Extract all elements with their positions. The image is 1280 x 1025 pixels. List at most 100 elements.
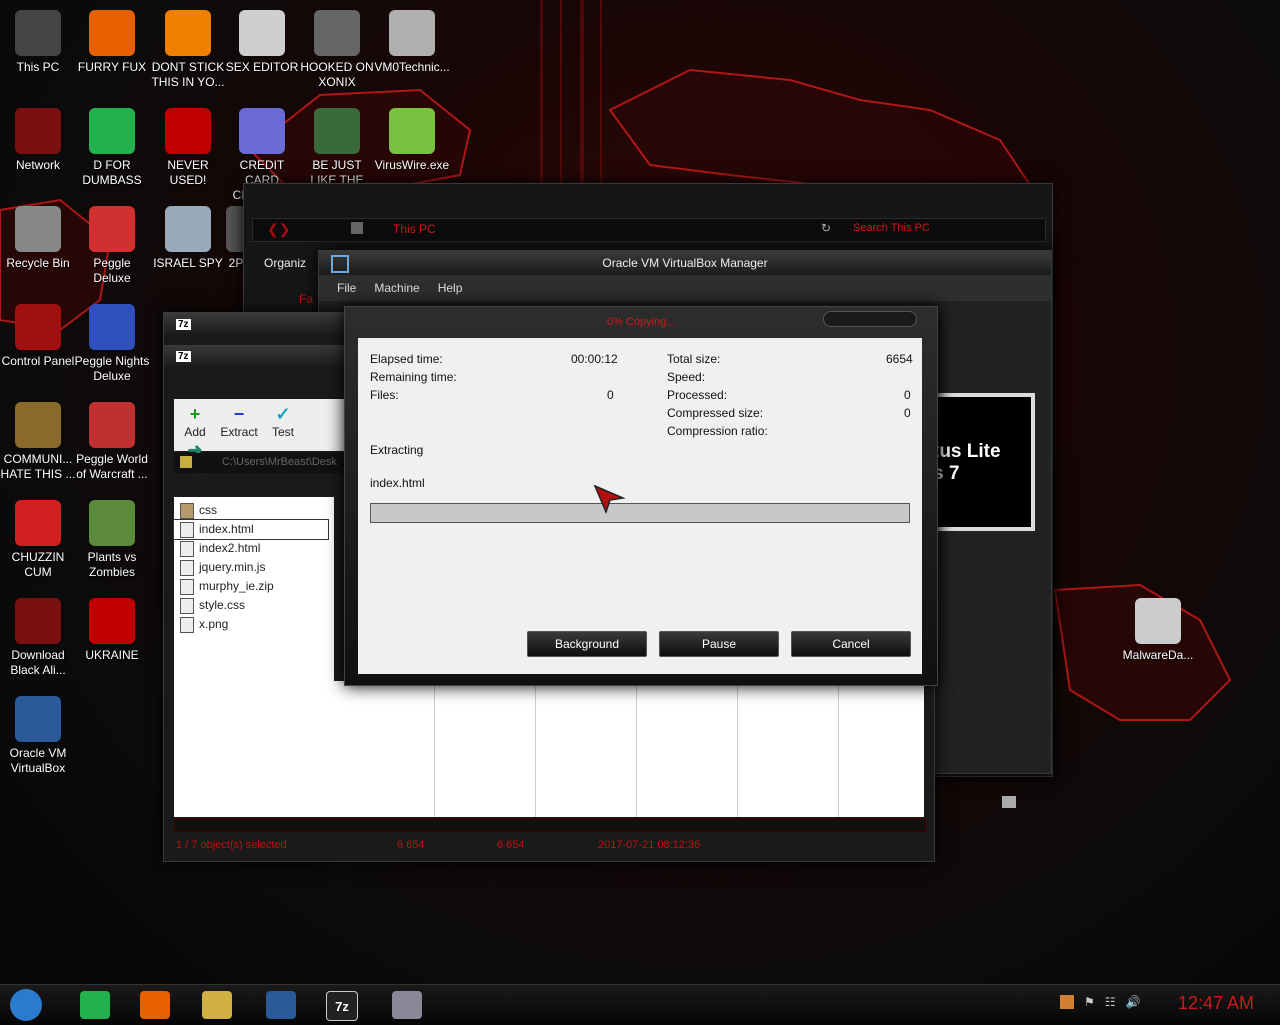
desktop-icon[interactable]: HOOKED ON XONIX — [299, 4, 375, 90]
desktop-icon[interactable]: This PC — [0, 4, 76, 75]
favorites-nav[interactable]: Fa — [299, 292, 313, 306]
chuzzle-icon — [15, 500, 61, 546]
search-box[interactable]: Search This PC — [853, 222, 930, 234]
virtualbox-titlebar[interactable]: Oracle VM VirtualBox Manager — [319, 251, 1051, 275]
start-orb-icon[interactable] — [10, 989, 42, 1021]
desktop-icon-label: SEX EDITOR — [225, 60, 299, 74]
toolbar-extract-button[interactable]: − Extract — [218, 403, 260, 439]
clock[interactable]: 12:47 AM — [1178, 993, 1254, 1014]
volume-icon[interactable]: 🔊 — [1126, 995, 1141, 1009]
menu-machine[interactable]: Machine — [374, 281, 419, 295]
file-row[interactable]: style.css — [174, 596, 334, 615]
progress-dialog[interactable]: 0% Copying... Elapsed time: 00:00:12 Rem… — [344, 306, 938, 686]
desktop-icon-label: Plants vs Zombies — [87, 550, 137, 579]
desktop-icon[interactable]: Download Black Ali... — [0, 592, 76, 678]
window-controls-icon[interactable] — [823, 311, 917, 327]
desktop-icon[interactable]: VirusWire.exe — [374, 102, 450, 173]
file-row[interactable]: jquery.min.js — [174, 558, 334, 577]
desktop-icon[interactable]: COMMUNI... HATE THIS ... — [0, 396, 76, 482]
desktop-icon[interactable]: D FOR DUMBASS — [74, 102, 150, 188]
file-name: murphy_ie.zip — [199, 579, 274, 593]
firefox-icon[interactable] — [140, 991, 170, 1019]
chat-icon[interactable] — [80, 991, 110, 1019]
desktop-icon[interactable]: Peggle Nights Deluxe — [74, 298, 150, 384]
folder-up-icon[interactable] — [180, 456, 192, 468]
refresh-icon[interactable]: ↻ — [821, 221, 831, 235]
png-file-icon — [180, 616, 194, 633]
file-row[interactable]: murphy_ie.zip — [174, 577, 334, 596]
toolbar-test-button[interactable]: ✓ Test — [262, 403, 304, 439]
desktop-icon[interactable]: FURRY FUX — [74, 4, 150, 75]
menu-file[interactable]: File — [337, 281, 356, 295]
current-file-label: index.html — [370, 476, 425, 490]
file-list: css index.html index2.html jquery.min.js mur… — [173, 497, 334, 817]
check-icon: ✓ — [275, 404, 291, 424]
desktop-icon-label: This PC — [16, 60, 60, 74]
action-center-flag-icon[interactable]: ⚑ — [1084, 995, 1095, 1009]
desktop-icon[interactable]: Network — [0, 102, 76, 173]
file-name: css — [199, 503, 217, 517]
status-size: 6 654 — [397, 839, 425, 851]
network-tray-icon[interactable]: ☷ — [1105, 995, 1116, 1009]
task-manager-icon[interactable] — [392, 991, 422, 1019]
desktop-icon-label: Recycle Bin — [6, 256, 70, 270]
desktop-icon[interactable]: Recycle Bin — [0, 200, 76, 271]
html-file-icon — [180, 521, 194, 538]
peggle-icon — [89, 206, 135, 252]
css-file-icon — [180, 597, 194, 614]
computer-icon — [15, 10, 61, 56]
desktop-icon[interactable]: VM0Technic... — [374, 4, 450, 75]
file-name: index.html — [199, 522, 254, 536]
file-explorer-icon[interactable] — [202, 991, 232, 1019]
files-label: Files: — [370, 388, 399, 402]
desktop-icon[interactable]: UKRAINE — [74, 592, 150, 663]
desktop-icon-label: UKRAINE — [85, 648, 139, 662]
desktop-icon-label: MalwareDa... — [1122, 648, 1194, 662]
back-forward-icon[interactable]: ❮❯ — [267, 221, 290, 238]
sevenzip-icon[interactable]: 7z — [326, 991, 358, 1021]
radiation-icon — [89, 598, 135, 644]
total-size-value: 6654 — [886, 352, 913, 366]
compression-ratio-label: Compression ratio: — [667, 424, 768, 438]
toolbar-button-label: Test — [271, 425, 294, 439]
desktop-icon-label: Peggle Deluxe — [93, 256, 131, 285]
progress-titlebar[interactable]: 0% Copying... — [345, 307, 937, 335]
speed-label: Speed: — [667, 370, 706, 384]
js-file-icon — [180, 559, 194, 576]
desktop-icon[interactable]: NEVER USED! — [150, 102, 226, 188]
toolbar-add-button[interactable]: + Add — [174, 403, 216, 439]
desktop-icon[interactable]: ISRAEL SPY — [150, 200, 226, 271]
firefox-icon — [89, 10, 135, 56]
network-icon — [15, 598, 61, 644]
address-bar[interactable]: This PC — [393, 222, 436, 236]
network-plug-icon — [165, 206, 211, 252]
pause-button[interactable]: Pause — [659, 631, 779, 657]
desktop-icon[interactable]: Plants vs Zombies — [74, 494, 150, 580]
total-size-label: Total size: — [667, 352, 721, 366]
tray-app-icon[interactable] — [1060, 995, 1074, 1009]
horizontal-scrollbar[interactable] — [174, 818, 926, 832]
desktop-icon[interactable]: Oracle VM VirtualBox — [0, 690, 76, 776]
desktop-icon[interactable]: Peggle Deluxe — [74, 200, 150, 286]
desktop-icon[interactable]: Control Panel — [0, 298, 76, 369]
organize-button[interactable]: Organiz — [264, 256, 306, 270]
menu-help[interactable]: Help — [438, 281, 463, 295]
virtualbox-icon[interactable] — [266, 991, 296, 1019]
malware-icon — [1135, 598, 1181, 644]
background-button[interactable]: Background — [527, 631, 647, 657]
path-input[interactable]: C:\Users\MrBeast\Desk — [222, 456, 346, 468]
desktop-icon-label: VM0Technic... — [374, 60, 450, 74]
promo-line1: tus Lite — [933, 441, 1001, 462]
desktop-icon[interactable]: SEX EDITOR — [224, 4, 300, 75]
file-row[interactable]: index.html — [173, 519, 329, 540]
file-row[interactable]: index2.html — [174, 539, 334, 558]
view-toggle-icon[interactable] — [1002, 796, 1016, 808]
desktop-icon[interactable]: Peggle World of Warcraft ... — [74, 396, 150, 482]
desktop-icon[interactable]: CHUZZIN CUM — [0, 494, 76, 580]
cancel-button[interactable]: Cancel — [791, 631, 911, 657]
file-row[interactable]: x.png — [174, 615, 334, 634]
desktop-icon[interactable]: MalwareDa... — [1120, 592, 1196, 663]
file-name: style.css — [199, 598, 246, 612]
desktop-icon[interactable]: DONT STICK THIS IN YO... — [150, 4, 226, 90]
file-row[interactable]: css — [174, 501, 334, 520]
